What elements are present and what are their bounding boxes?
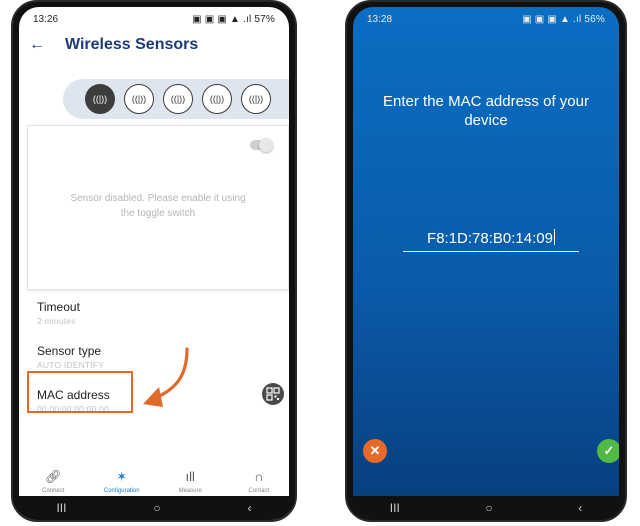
annotation-arrow-icon — [143, 347, 189, 407]
screenshot-stage: 13:26 ▣ ▣ ▣ ▲ .ıl 57% ← Wireless Sensors… — [0, 0, 640, 526]
sensor-4-icon[interactable]: ((|)) — [202, 84, 232, 114]
status-bar: 13:28 ▣ ▣ ▣ ▲ .ıl 56% — [353, 7, 619, 31]
nav-connect[interactable]: 🔗︎ Connect — [23, 469, 83, 494]
nav-configuration[interactable]: ✶ Configuration — [92, 469, 152, 494]
system-nav-bar: III ○ ‹ — [13, 496, 295, 520]
nav-measure[interactable]: ıll Measure — [160, 469, 220, 494]
phone-right: 13:28 ▣ ▣ ▣ ▲ .ıl 56% Enter the MAC addr… — [345, 0, 627, 522]
sensor-enable-toggle[interactable] — [250, 138, 273, 152]
mac-address-highlight-box — [27, 371, 133, 413]
mac-input-value: F8:1D:78:B0:14:09 — [427, 230, 553, 247]
link-icon: 🔗︎ — [44, 468, 62, 484]
recents-button[interactable]: III — [56, 501, 66, 515]
sensor-glyph: ((|)) — [170, 94, 186, 104]
setting-value: 2 minutes — [37, 316, 76, 326]
status-indicators: ▣ ▣ ▣ ▲ .ıl 56% — [522, 13, 605, 25]
mac-address-input[interactable]: F8:1D:78:B0:14:09 — [403, 229, 579, 252]
phone-left-screen: 13:26 ▣ ▣ ▣ ▲ .ıl 57% ← Wireless Sensors… — [19, 7, 289, 520]
sensor-card: Sensor disabled. Please enable it using … — [27, 125, 289, 290]
sensor-2-icon[interactable]: ((|)) — [124, 84, 154, 114]
status-time: 13:26 — [33, 13, 59, 25]
setting-label: Timeout — [37, 300, 80, 314]
sensor-5-icon[interactable]: ((|)) — [241, 84, 271, 114]
sensor-glyph: ((|)) — [209, 94, 225, 104]
qr-code-icon[interactable] — [262, 383, 284, 405]
nav-label: Measure — [178, 487, 202, 494]
status-time: 13:28 — [367, 13, 393, 25]
status-indicators: ▣ ▣ ▣ ▲ .ıl 57% — [192, 13, 275, 25]
back-arrow-icon[interactable]: ← — [29, 36, 45, 54]
nav-contact[interactable]: ∩ Contact — [229, 469, 289, 494]
text-caret — [553, 229, 555, 245]
home-button[interactable]: ○ — [153, 501, 160, 515]
home-button[interactable]: ○ — [485, 501, 492, 515]
recents-button[interactable]: III — [390, 501, 400, 515]
check-icon: ✓ — [603, 443, 615, 458]
mac-entry-prompt: Enter the MAC address of your device — [383, 93, 589, 129]
close-icon: ✕ — [369, 443, 381, 458]
setting-timeout[interactable]: Timeout 2 minutes — [19, 290, 289, 334]
sensor-1-icon[interactable]: ((|)) — [85, 84, 115, 114]
back-button[interactable]: ‹ — [578, 501, 582, 515]
sensor-glyph: ((|)) — [131, 94, 147, 104]
config-icon: ✶ — [116, 468, 128, 484]
phone-left: 13:26 ▣ ▣ ▣ ▲ .ıl 57% ← Wireless Sensors… — [11, 0, 297, 522]
app-bar: ← Wireless Sensors — [19, 31, 289, 59]
nav-label: Connect — [42, 487, 65, 494]
cancel-button[interactable]: ✕ — [363, 439, 387, 463]
system-nav-bar: III ○ ‹ — [347, 496, 625, 520]
sensor-selector: ((|)) ((|)) ((|)) ((|)) ((|)) — [63, 79, 289, 119]
sensor-glyph: ((|)) — [248, 94, 264, 104]
sensor-glyph: ((|)) — [92, 94, 108, 104]
nav-label: Contact — [248, 487, 270, 494]
page-title: Wireless Sensors — [65, 36, 199, 53]
bars-icon: ıll — [185, 468, 195, 484]
confirm-button[interactable]: ✓ — [597, 439, 619, 463]
back-button[interactable]: ‹ — [248, 501, 252, 515]
phone-right-screen: 13:28 ▣ ▣ ▣ ▲ .ıl 56% Enter the MAC addr… — [353, 7, 619, 520]
sensor-3-icon[interactable]: ((|)) — [163, 84, 193, 114]
headset-icon: ∩ — [254, 468, 264, 484]
sensor-disabled-message: Sensor disabled. Please enable it using … — [70, 193, 246, 219]
status-bar: 13:26 ▣ ▣ ▣ ▲ .ıl 57% — [19, 7, 289, 31]
nav-label: Configuration — [103, 487, 140, 494]
